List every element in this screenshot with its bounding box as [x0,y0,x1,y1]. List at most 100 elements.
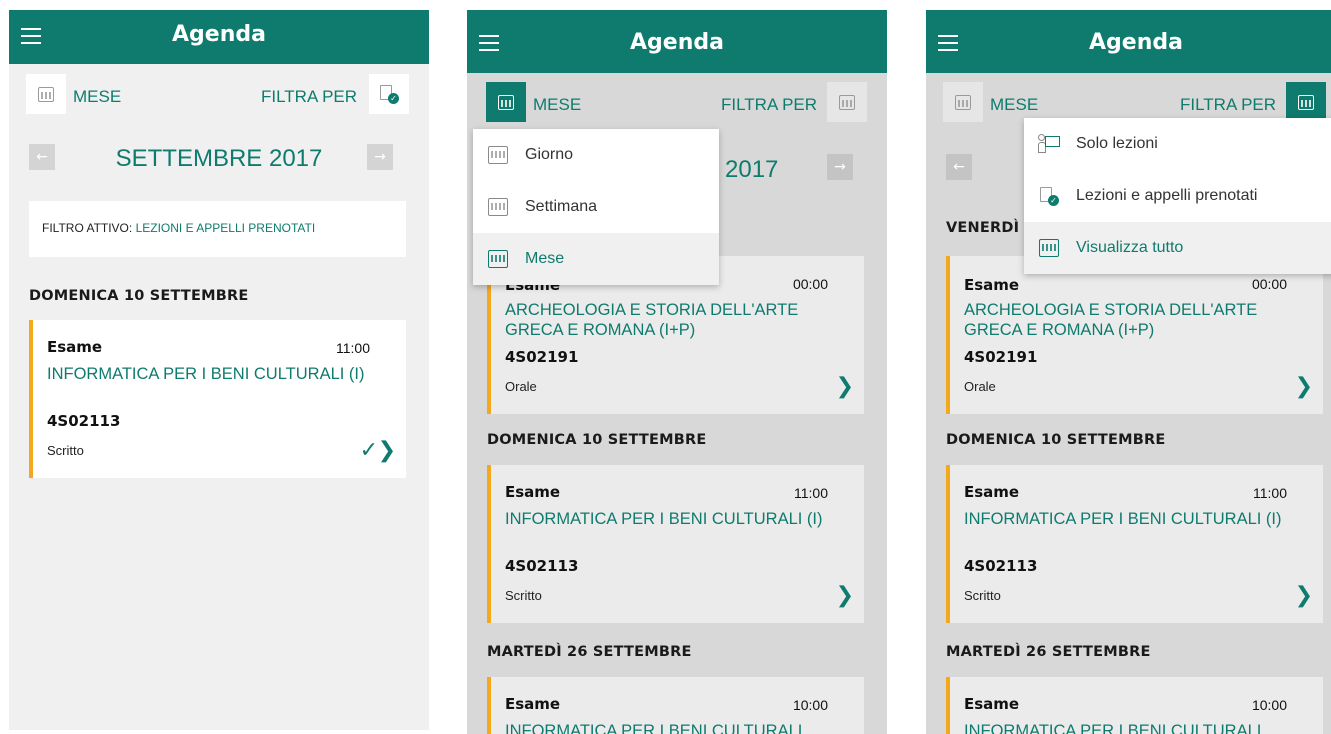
menu-item-label: Solo lezioni [1076,135,1158,152]
event-card[interactable]: Esame 11:00 INFORMATICA PER I BENI CULTU… [29,320,406,478]
day-header: VENERDÌ [946,220,1020,236]
menu-item-show-all[interactable]: Visualizza tutto [1024,222,1331,274]
event-code: 4S02191 [964,348,1038,366]
event-course: INFORMATICA PER I BENI CULTURALI (I) [505,510,823,528]
chevron-right-icon[interactable]: ❯ [378,438,396,463]
event-card[interactable]: Esame 11:00 INFORMATICA PER I BENI CULTU… [946,465,1323,623]
event-card[interactable]: Esame 10:00 INFORMATICA PER I BENI CULTU… [946,677,1323,734]
filter-button[interactable] [1286,82,1326,122]
filter-label[interactable]: FILTRA PER [261,87,357,107]
event-time: 10:00 [792,697,828,713]
menu-item-label: Giorno [525,146,574,163]
event-type: Esame [964,695,1020,713]
event-course: ARCHEOLOGIA E STORIA DELL'ARTE GRECA E R… [505,301,799,339]
event-time: 10:00 [1251,697,1287,713]
event-code: 4S02113 [505,557,579,575]
menu-item-lessons-and-exams[interactable]: ✓ Lezioni e appelli prenotati [1024,170,1331,222]
day-header: DOMENICA 10 SETTEMBRE [29,288,249,304]
booked-check-icon: ✓ [359,438,378,463]
calendar-icon [839,94,855,110]
day-header: MARTEDÌ 26 SETTEMBRE [946,644,1151,660]
event-code: 4S02191 [505,348,579,366]
menu-item-label: Visualizza tutto [1076,239,1184,256]
chevron-right-icon[interactable]: ❯ [1295,583,1313,608]
filter-button[interactable]: ✓ [369,74,409,114]
menu-item-lessons-only[interactable]: Solo lezioni [1024,118,1331,170]
event-mode: Orale [964,379,996,394]
app-bar: Agenda [9,10,429,64]
month-nav: ← SETTEMBRE 2017 → [9,140,429,180]
day-header: MARTEDÌ 26 SETTEMBRE [487,644,692,660]
event-card[interactable]: Esame 10:00 INFORMATICA PER I BENI CULTU… [487,677,864,734]
calendar-icon [955,94,971,110]
prev-month-button[interactable]: ← [946,154,972,180]
app-bar: Agenda [467,10,887,73]
calendar-icon [498,94,514,110]
menu-item-week[interactable]: Settimana [473,181,719,233]
event-course: INFORMATICA PER I BENI CULTURALI (I) [964,510,1282,528]
active-filter-box: FILTRO ATTIVO: LEZIONI E APPELLI PRENOTA… [29,201,406,257]
chevron-right-icon[interactable]: ❯ [836,583,854,608]
event-type: Esame [964,276,1020,294]
event-time: 11:00 [1253,485,1287,501]
chevron-right-icon[interactable]: ❯ [836,374,854,399]
event-course: ARCHEOLOGIA E STORIA DELL'ARTE GRECA E R… [964,301,1258,339]
view-mode-menu: Giorno Settimana Mese [473,129,719,285]
menu-item-month[interactable]: Mese [473,233,719,285]
next-month-button[interactable]: → [367,144,393,170]
event-type: Esame [505,695,561,713]
event-time: 00:00 [1251,276,1287,292]
filter-check-icon: ✓ [1038,186,1060,206]
screen-agenda-filter-menu: Agenda MESE FILTRA PER ← VENERDÌ Esame 0… [926,10,1331,734]
event-mode: Orale [505,379,537,394]
screen-agenda-month: Agenda MESE FILTRA PER ✓ ← SETTEMBRE 201… [9,10,429,730]
view-mode-button[interactable] [26,74,66,114]
menu-item-label: Settimana [525,198,598,215]
active-filter-prefix: FILTRO ATTIVO: [42,221,133,235]
view-mode-label[interactable]: MESE [533,95,581,115]
view-mode-label[interactable]: MESE [73,87,121,107]
event-mode: Scritto [505,588,542,603]
event-course: INFORMATICA PER I BENI CULTURALI [505,722,803,734]
event-course: INFORMATICA PER I BENI CULTURALI [964,722,1262,734]
event-code: 4S02113 [47,412,121,430]
calendar-icon [487,197,509,217]
filter-check-icon: ✓ [380,85,399,104]
menu-item-label: Mese [525,250,565,267]
chevron-right-icon[interactable]: ❯ [1295,374,1313,399]
filter-button[interactable] [827,82,867,122]
app-bar: Agenda [926,10,1331,73]
next-month-button[interactable]: → [827,154,853,180]
menu-item-label: Lezioni e appelli prenotati [1076,187,1258,204]
event-mode: Scritto [47,443,84,458]
month-title: SETTEMBRE 2017 [115,145,323,172]
calendar-icon [1038,238,1060,258]
view-controls: MESE FILTRA PER ✓ [9,74,429,118]
filter-label[interactable]: FILTRA PER [721,95,817,115]
event-card[interactable]: Esame 11:00 INFORMATICA PER I BENI CULTU… [487,465,864,623]
event-card[interactable]: Esame 00:00 ARCHEOLOGIA E STORIA DELL'AR… [946,256,1323,414]
page-title: Agenda [172,22,266,47]
day-header: DOMENICA 10 SETTEMBRE [946,432,1166,448]
page-title: Agenda [630,30,724,55]
event-time: 11:00 [336,340,370,356]
view-mode-label[interactable]: MESE [990,95,1038,115]
screen-agenda-view-menu: Agenda MESE FILTRA PER 2017 → Esame 00:0… [467,10,887,734]
event-time: 00:00 [792,276,828,292]
event-type: Esame [505,483,561,501]
month-title: 2017 [725,156,779,183]
event-type: Esame [47,338,103,356]
event-code: 4S02113 [964,557,1038,575]
event-type: Esame [964,483,1020,501]
event-mode: Scritto [964,588,1001,603]
active-filter-value: LEZIONI E APPELLI PRENOTATI [135,221,316,235]
menu-item-day[interactable]: Giorno [473,129,719,181]
lesson-icon [1038,134,1060,154]
filter-label[interactable]: FILTRA PER [1180,95,1276,115]
filter-menu: Solo lezioni ✓ Lezioni e appelli prenota… [1024,118,1331,274]
view-mode-button[interactable] [486,82,526,122]
event-course: INFORMATICA PER I BENI CULTURALI (I) [47,365,365,383]
calendar-icon [487,249,509,269]
view-controls: MESE FILTRA PER [467,82,887,126]
view-mode-button[interactable] [943,82,983,122]
